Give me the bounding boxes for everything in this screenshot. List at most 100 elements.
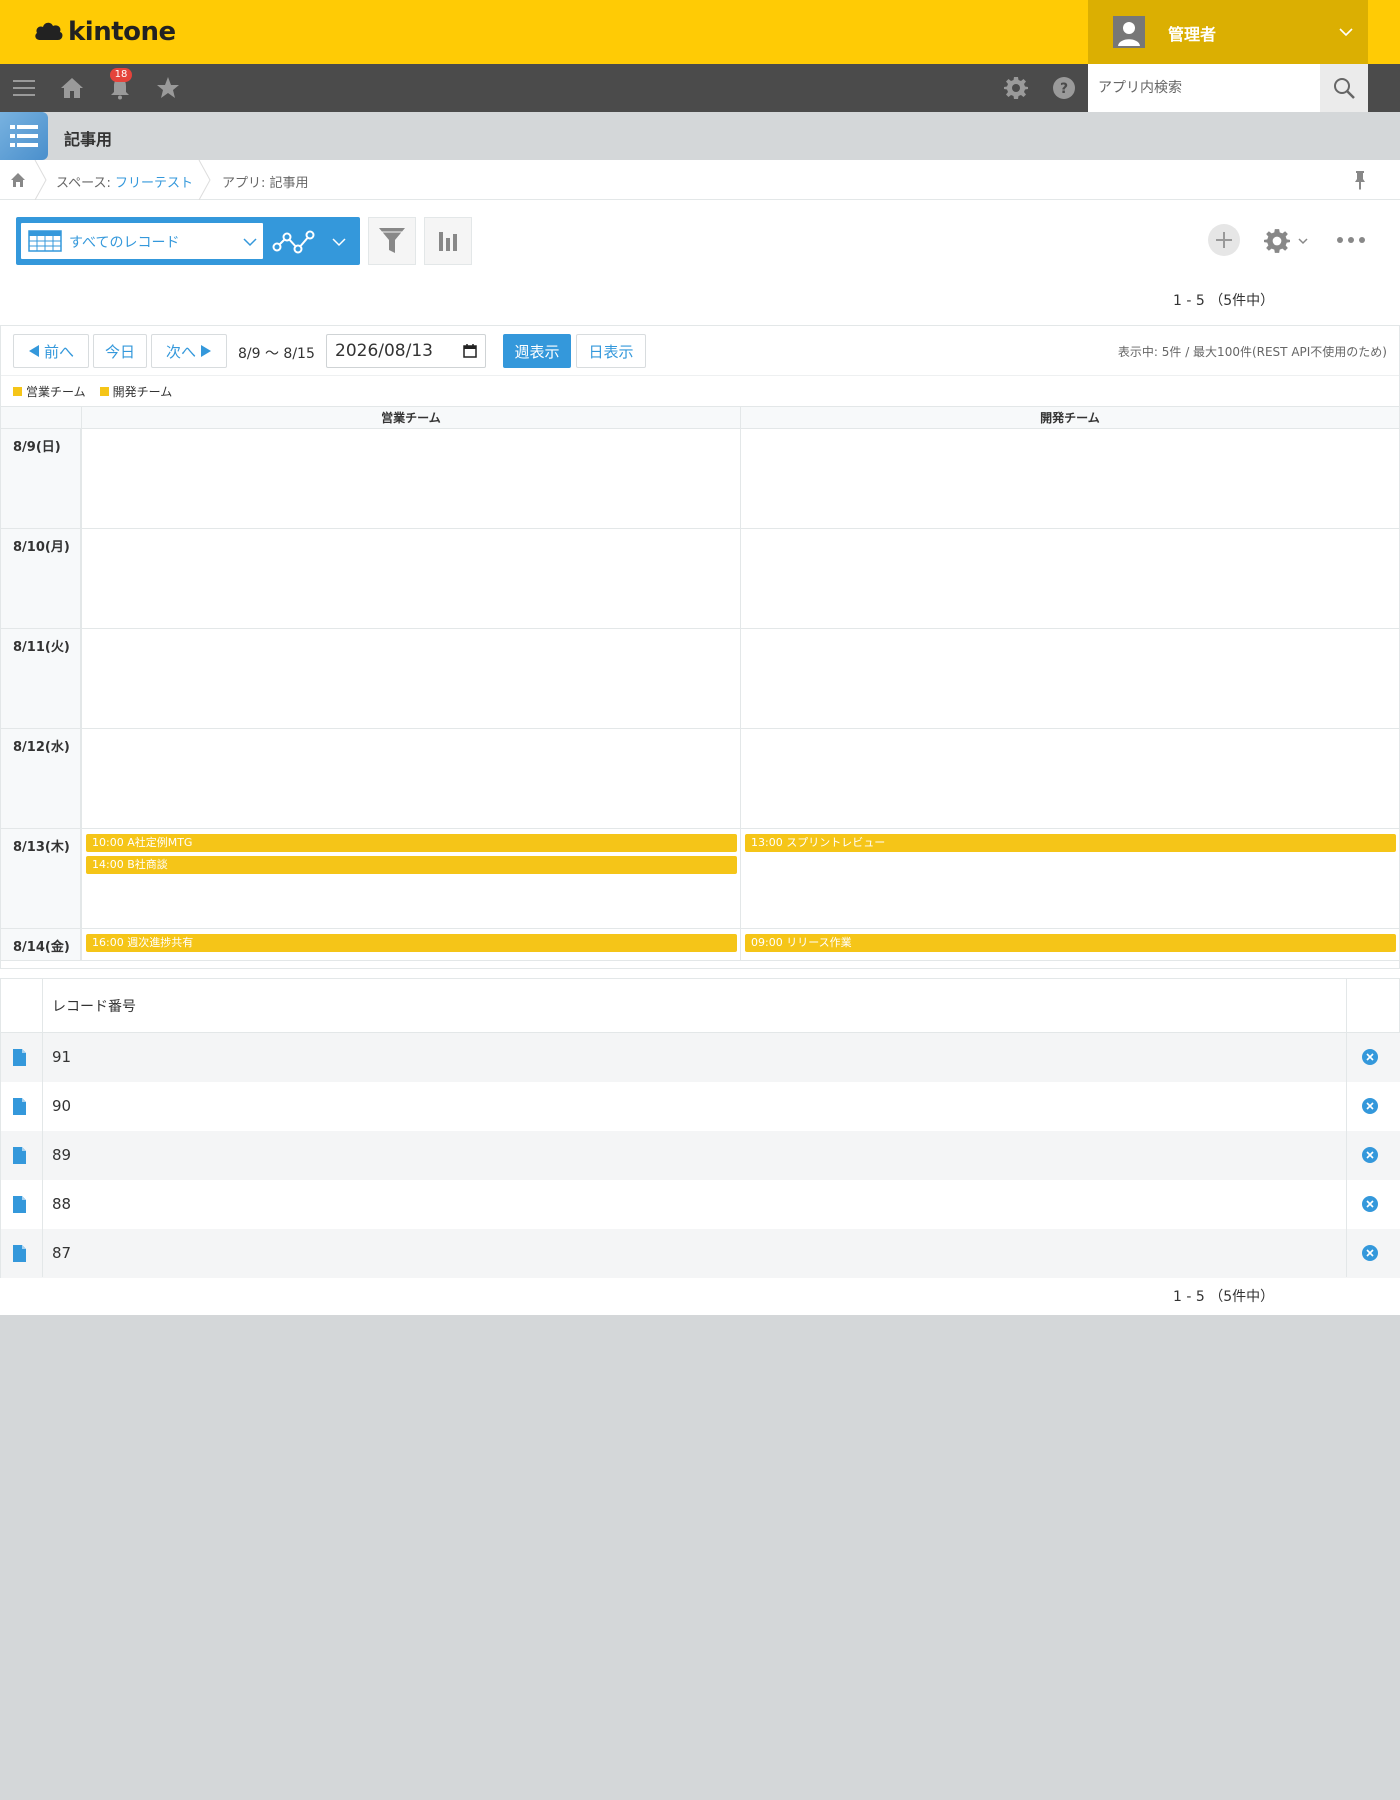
calendar-icon[interactable] [463,344,477,358]
next-week-label: 次へ [165,342,196,361]
search-button[interactable] [1320,64,1368,112]
bar-chart-icon [439,232,457,251]
document-icon[interactable] [13,1049,26,1066]
day-cell-team1[interactable] [81,629,740,728]
day-view-button[interactable]: 日表示 [576,334,646,368]
day-cell-team1[interactable] [81,729,740,828]
gear-icon [1264,229,1290,253]
document-icon[interactable] [13,1245,26,1262]
today-label: 今日 [104,342,135,361]
day-cell-team2[interactable] [740,529,1399,628]
star-icon[interactable] [156,76,180,100]
logo-text: kintone [68,17,176,47]
delete-icon[interactable] [1362,1049,1378,1065]
filter-button[interactable] [368,217,416,265]
chevron-down-icon [332,238,346,247]
calendar-event[interactable]: 09:00 リリース作業 [745,934,1396,952]
breadcrumb-space[interactable]: スペース: フリーテスト [56,172,193,191]
legend-label: 開発チーム [112,384,173,399]
day-cell-team1[interactable]: 10:00 A社定例MTG 14:00 B社商談 [81,829,740,928]
day-cell-team2[interactable]: 13:00 スプリントレビュー [740,829,1399,928]
day-cell-team2[interactable] [740,429,1399,528]
day-cell-team1[interactable]: 16:00 週次進捗共有 [81,929,740,960]
calendar-event[interactable]: 10:00 A社定例MTG [86,834,737,852]
day-cell-team1[interactable] [81,529,740,628]
menu-icon[interactable] [12,76,36,100]
graph-line-icon [272,230,315,254]
app-search-input[interactable] [1088,64,1320,112]
settings-gear-icon[interactable] [1004,76,1028,100]
chevron-down-icon [1339,28,1353,37]
main-content: すべてのレコード 1 - 5 （5件中） 前へ 今日 次へ 8/9 〜 8/15… [0,200,1400,1315]
view-name: すべてのレコード [69,235,180,251]
day-row: 8/11(火) [1,629,1399,729]
view-dropdown[interactable]: すべてのレコード [21,223,263,259]
triangle-left-icon [28,345,39,357]
calendar-event[interactable]: 13:00 スプリントレビュー [745,834,1396,852]
breadcrumb-space-link[interactable]: フリーテスト [115,176,193,191]
date-picker-input[interactable]: 2026/08/13 [326,334,486,368]
prev-week-button[interactable]: 前へ [13,334,89,368]
home-icon[interactable] [60,76,84,100]
day-cell-team2[interactable]: 09:00 リリース作業 [740,929,1399,960]
app-title: 記事用 [64,130,113,149]
app-list-icon [0,112,48,160]
table-row: 87 [1,1229,1400,1278]
chevron-down-icon [243,238,257,247]
today-button[interactable]: 今日 [93,334,147,368]
day-label: 8/12(水) [1,729,81,828]
app-settings-button[interactable] [1264,224,1310,256]
legend-item: 開発チーム [99,382,173,400]
delete-icon[interactable] [1362,1196,1378,1212]
day-view-label: 日表示 [588,342,634,361]
svg-text:?: ? [1060,81,1068,97]
user-menu[interactable]: 管理者 [1088,0,1368,64]
day-cell-team2[interactable] [740,729,1399,828]
day-label: 8/10(月) [1,529,81,628]
delete-icon[interactable] [1362,1147,1378,1163]
table-row: 91 [1,1033,1400,1082]
user-avatar-icon [1113,16,1145,48]
day-cell-team1[interactable] [81,429,740,528]
breadcrumb-home-icon[interactable] [10,172,26,188]
week-view-button[interactable]: 週表示 [503,334,571,368]
table-view-icon [28,230,62,252]
kintone-logo[interactable]: kintone [34,14,176,50]
column-divider [1346,979,1347,1277]
add-record-button[interactable] [1208,224,1240,256]
day-row: 8/12(水) [1,729,1399,829]
date-range: 8/9 〜 8/15 [238,346,315,362]
record-number: 90 [52,1097,72,1115]
column-header-team1: 営業チーム [81,407,740,429]
records-table-header: レコード番号 [1,979,1400,1033]
day-cell-team2[interactable] [740,629,1399,728]
legend-item: 営業チーム [13,382,86,400]
date-value: 2026/08/13 [335,341,433,361]
help-icon[interactable]: ? [1052,76,1076,100]
day-row: 8/14(金) 16:00 週次進捗共有 09:00 リリース作業 [1,929,1399,961]
document-icon[interactable] [13,1196,26,1213]
next-week-button[interactable]: 次へ [151,334,227,368]
pin-icon[interactable] [1352,170,1368,190]
breadcrumb-app: アプリ: 記事用 [222,176,309,191]
table-row: 90 [1,1082,1400,1131]
graph-button[interactable] [424,217,472,265]
graph-selector[interactable] [268,223,358,259]
search-icon [1334,78,1355,99]
view-selector[interactable]: すべてのレコード [16,217,360,265]
breadcrumb: スペース: フリーテスト アプリ: 記事用 [0,160,1400,200]
delete-icon[interactable] [1362,1245,1378,1261]
calendar-toolbar: 前へ 今日 次へ 8/9 〜 8/15 2026/08/13 週表示 日表示 表… [1,326,1399,376]
record-number-column-header[interactable]: レコード番号 [52,996,136,1016]
record-number: 91 [52,1048,72,1066]
delete-icon[interactable] [1362,1098,1378,1114]
document-icon[interactable] [13,1098,26,1115]
records-table: レコード番号 91 90 89 88 87 [0,978,1400,1278]
day-row: 8/13(木) 10:00 A社定例MTG 14:00 B社商談 13:00 ス… [1,829,1399,929]
document-icon[interactable] [13,1147,26,1164]
cloud-logo-icon [35,22,63,40]
calendar-event[interactable]: 16:00 週次進捗共有 [86,934,737,952]
triangle-right-icon [201,345,211,357]
more-options-icon[interactable] [1334,224,1368,256]
calendar-event[interactable]: 14:00 B社商談 [86,856,737,874]
